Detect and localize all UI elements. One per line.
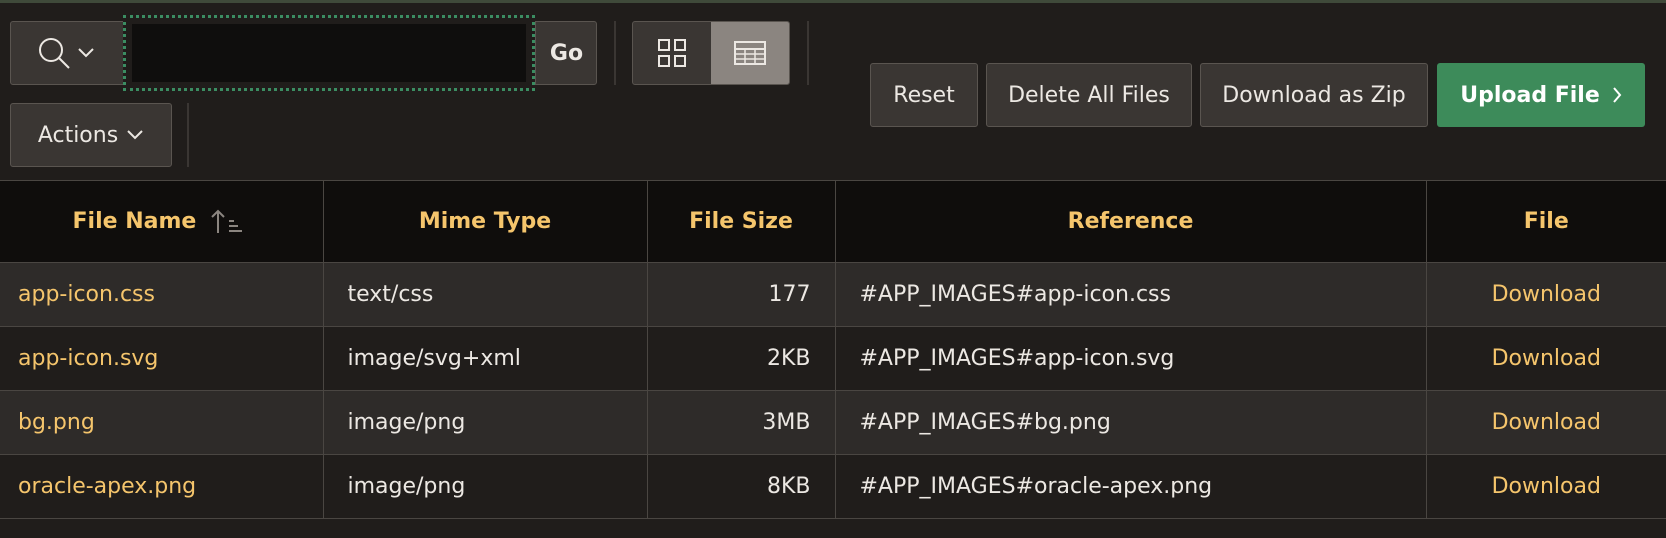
report-toolbar: Go Actions Reset Delete All Files Downlo… [0,3,1666,180]
mime-type-cell: image/png [322,390,648,455]
file-size-cell: 2KB [646,326,836,391]
mime-type-cell: image/png [322,454,648,519]
table-row: app-icon.svg image/svg+xml 2KB #APP_IMAG… [0,326,1666,391]
grid-icon [658,39,686,67]
file-name-link[interactable]: app-icon.css [0,262,324,327]
download-link[interactable]: Download [1425,390,1666,455]
column-header-file-name[interactable]: File Name [0,180,324,263]
report-view-button[interactable] [711,22,789,84]
reset-button[interactable]: Reset [870,63,978,127]
file-size-cell: 177 [646,262,836,327]
file-name-link[interactable]: oracle-apex.png [0,454,324,519]
files-report-table: File Name Mime Type File Size Reference … [0,180,1666,519]
mime-type-cell: text/css [322,262,648,327]
download-link[interactable]: Download [1425,326,1666,391]
column-header-reference[interactable]: Reference [834,180,1427,263]
reference-cell: #APP_IMAGES#app-icon.svg [834,326,1427,391]
file-name-link[interactable]: bg.png [0,390,324,455]
download-as-zip-button[interactable]: Download as Zip [1200,63,1428,127]
reference-cell: #APP_IMAGES#app-icon.css [834,262,1427,327]
table-header-row: File Name Mime Type File Size Reference … [0,180,1666,263]
file-name-link[interactable]: app-icon.svg [0,326,324,391]
search-input[interactable] [132,24,526,82]
upload-file-button[interactable]: Upload File [1437,63,1645,127]
actions-label: Actions [37,122,119,148]
view-switcher [632,21,790,85]
download-link[interactable]: Download [1425,262,1666,327]
table-icon [734,41,766,65]
file-size-cell: 3MB [646,390,836,455]
search-bar: Go [10,15,597,91]
search-icon [39,38,70,69]
search-input-focus-ring [123,15,535,91]
table-row: app-icon.css text/css 177 #APP_IMAGES#ap… [0,262,1666,327]
column-header-label: File Name [72,208,197,234]
upload-file-label: Upload File [1460,82,1600,108]
table-row: bg.png image/png 3MB #APP_IMAGES#bg.png … [0,390,1666,455]
file-size-cell: 8KB [646,454,836,519]
go-button[interactable]: Go [535,22,597,84]
column-header-file[interactable]: File [1425,180,1666,263]
column-header-file-size[interactable]: File Size [646,180,836,263]
mime-type-cell: image/svg+xml [322,326,648,391]
chevron-right-icon [1613,87,1622,103]
download-link[interactable]: Download [1425,454,1666,519]
delete-all-files-button[interactable]: Delete All Files [986,63,1192,127]
toolbar-separator [187,103,189,167]
chevron-down-icon [78,48,94,58]
column-header-mime-type[interactable]: Mime Type [322,180,648,263]
toolbar-separator [807,21,809,85]
actions-menu-button[interactable]: Actions [10,103,172,167]
grid-view-button[interactable] [633,22,711,84]
toolbar-separator [614,21,616,85]
reference-cell: #APP_IMAGES#oracle-apex.png [834,454,1427,519]
sort-ascending-icon [211,209,242,233]
reference-cell: #APP_IMAGES#bg.png [834,390,1427,455]
chevron-down-icon [127,130,143,140]
search-column-selector[interactable] [11,22,121,84]
table-row: oracle-apex.png image/png 8KB #APP_IMAGE… [0,454,1666,519]
